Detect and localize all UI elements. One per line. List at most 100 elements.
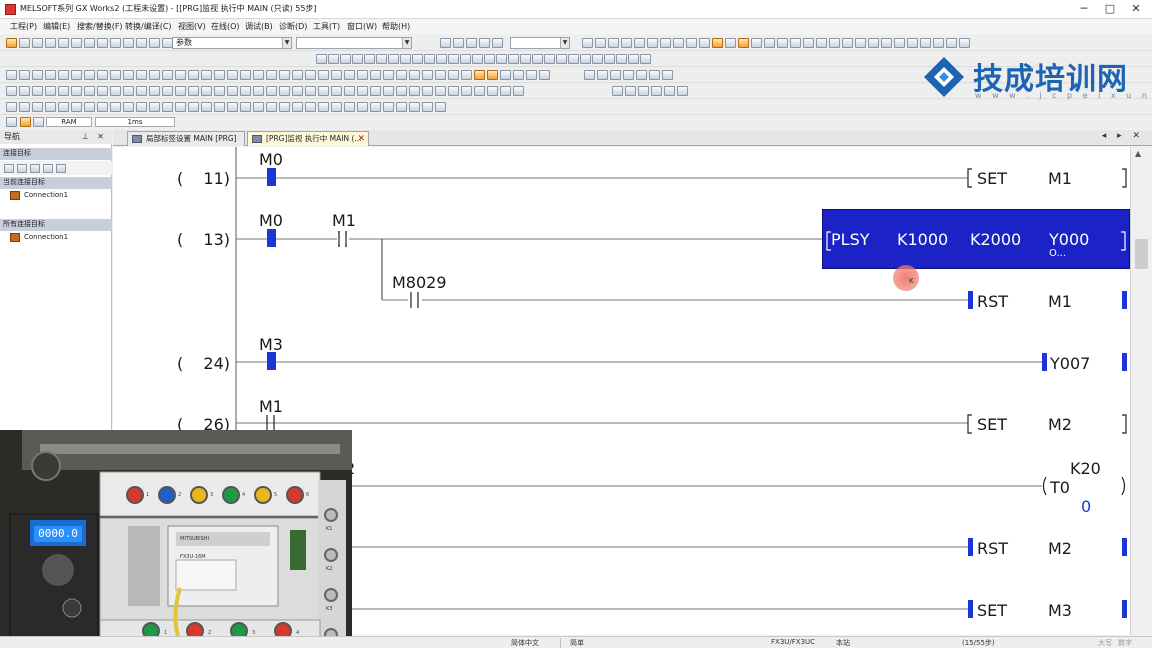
toolbar-tool-icon[interactable]	[84, 38, 95, 48]
toolbar-tool-icon[interactable]	[640, 54, 651, 64]
toolbar-tool-icon[interactable]	[686, 38, 697, 48]
toolbar-tool-icon[interactable]	[396, 102, 407, 112]
toolbar-tool-icon[interactable]	[279, 86, 290, 96]
contact-label[interactable]: M0	[259, 150, 283, 169]
toolbar-tool-icon[interactable]	[597, 70, 608, 80]
toolbar-tool-icon[interactable]	[751, 38, 762, 48]
run-icon[interactable]	[20, 117, 31, 127]
nav-tool-icon[interactable]	[43, 164, 53, 173]
toolbar-tool-icon[interactable]	[149, 102, 160, 112]
toolbar-tool-icon[interactable]	[634, 38, 645, 48]
contact-label[interactable]: M1	[332, 211, 356, 230]
toolbar-tool-icon[interactable]	[400, 54, 411, 64]
toolbar-tool-icon[interactable]	[266, 86, 277, 96]
current-connection-item[interactable]: Connection1	[10, 191, 68, 200]
toolbar-tool-icon[interactable]	[777, 38, 788, 48]
toolbar-tool-icon[interactable]	[662, 70, 673, 80]
toolbar-tool-icon[interactable]	[584, 70, 595, 80]
toolbar-tool-icon[interactable]	[227, 70, 238, 80]
toolbar-tool-icon[interactable]	[532, 54, 543, 64]
toolbar-tool-icon[interactable]	[460, 54, 471, 64]
toolbar-tool-icon[interactable]	[253, 102, 264, 112]
toolbar-tool-icon[interactable]	[608, 38, 619, 48]
toolbar-tool-icon[interactable]	[32, 102, 43, 112]
toolbar-tool-icon[interactable]	[318, 86, 329, 96]
toolbar-tool-icon[interactable]	[71, 86, 82, 96]
toolbar-tool-icon[interactable]	[500, 86, 511, 96]
tab-monitor-main[interactable]: [PRG]监视 执行中 MAIN (... ✕	[247, 131, 369, 146]
toolbar-tool-icon[interactable]	[487, 70, 498, 80]
toolbar-tool-icon[interactable]	[453, 38, 464, 48]
toolbar-tool-icon[interactable]	[636, 70, 647, 80]
toolbar-tool-icon[interactable]	[738, 38, 749, 48]
toolbar-tool-icon[interactable]	[136, 70, 147, 80]
toolbar-tool-icon[interactable]	[97, 38, 108, 48]
nav-tool-icon[interactable]	[56, 164, 66, 173]
toolbar-tool-icon[interactable]	[651, 86, 662, 96]
toolbar-tool-icon[interactable]	[162, 70, 173, 80]
toolbar-tool-icon[interactable]	[625, 86, 636, 96]
toolbar-tool-icon[interactable]	[487, 86, 498, 96]
close-button[interactable]: ✕	[1123, 0, 1149, 18]
toolbar-tool-icon[interactable]	[412, 54, 423, 64]
toolbar-tool-icon[interactable]	[422, 86, 433, 96]
toolbar-tool-icon[interactable]	[556, 54, 567, 64]
toolbar-tool-icon[interactable]	[110, 86, 121, 96]
toolbar-tool-icon[interactable]	[201, 86, 212, 96]
menu-search[interactable]: 搜索/替换(F)	[77, 21, 123, 32]
toolbar-tool-icon[interactable]	[409, 102, 420, 112]
toolbar-tool-icon[interactable]	[816, 38, 827, 48]
toolbar-tool-icon[interactable]	[6, 102, 17, 112]
toolbar-tool-icon[interactable]	[435, 102, 446, 112]
toolbar-tool-icon[interactable]	[628, 54, 639, 64]
toolbar-tool-icon[interactable]	[340, 54, 351, 64]
toolbar-tool-icon[interactable]	[946, 38, 957, 48]
scroll-thumb[interactable]	[1135, 239, 1148, 269]
toolbar-tool-icon[interactable]	[123, 70, 134, 80]
toolbar-tool-icon[interactable]	[58, 86, 69, 96]
toolbar-tool-icon[interactable]	[58, 70, 69, 80]
toolbar-tool-icon[interactable]	[305, 102, 316, 112]
toolbar-tool-icon[interactable]	[610, 70, 621, 80]
toolbar-tool-icon[interactable]	[595, 38, 606, 48]
toolbar-tool-icon[interactable]	[855, 38, 866, 48]
toolbar-tool-icon[interactable]	[474, 70, 485, 80]
toolbar-tool-icon[interactable]	[279, 102, 290, 112]
toolbar-tool-icon[interactable]	[424, 54, 435, 64]
toolbar-tool-icon[interactable]	[123, 102, 134, 112]
toolbar-tool-icon[interactable]	[370, 86, 381, 96]
toolbar-tool-icon[interactable]	[19, 70, 30, 80]
toolbar-tool-icon[interactable]	[149, 70, 160, 80]
pin-icon[interactable]: ⊥ ✕	[82, 130, 107, 143]
tab-local-labels[interactable]: 局部标签设置 MAIN [PRG]	[127, 131, 245, 146]
toolbar-tool-icon[interactable]	[110, 70, 121, 80]
toolbar-tool-icon[interactable]	[448, 54, 459, 64]
menu-diagnose[interactable]: 诊断(D)	[279, 21, 307, 32]
toolbar-tool-icon[interactable]	[19, 102, 30, 112]
toolbar-tool-icon[interactable]	[331, 86, 342, 96]
toolbar-tool-icon[interactable]	[357, 70, 368, 80]
toolbar-tool-icon[interactable]	[409, 70, 420, 80]
toolbar-tool-icon[interactable]	[253, 70, 264, 80]
toolbar-tool-icon[interactable]	[149, 38, 160, 48]
toolbar-tool-icon[interactable]	[32, 70, 43, 80]
toolbar-tool-icon[interactable]	[162, 86, 173, 96]
instruction-label[interactable]: SET	[977, 169, 1007, 188]
toolbar-tool-icon[interactable]	[604, 54, 615, 64]
toolbar-tool-icon[interactable]	[266, 102, 277, 112]
menu-window[interactable]: 窗口(W)	[347, 21, 377, 32]
nav-tool-icon[interactable]	[4, 164, 14, 173]
toolbar-tool-icon[interactable]	[544, 54, 555, 64]
toolbar-tool-icon[interactable]	[621, 38, 632, 48]
toolbar-tool-icon[interactable]	[526, 70, 537, 80]
toolbar-tool-icon[interactable]	[568, 54, 579, 64]
toolbar-tool-icon[interactable]	[201, 102, 212, 112]
toolbar-tool-icon[interactable]	[344, 102, 355, 112]
toolbar-tool-icon[interactable]	[136, 38, 147, 48]
toolbar-tool-icon[interactable]	[214, 102, 225, 112]
toolbar-tool-icon[interactable]	[474, 86, 485, 96]
operand-label[interactable]: M1	[1048, 292, 1072, 311]
contact-label[interactable]: M8029	[392, 273, 447, 292]
toolbar-tool-icon[interactable]	[71, 102, 82, 112]
menu-online[interactable]: 在线(O)	[211, 21, 240, 32]
